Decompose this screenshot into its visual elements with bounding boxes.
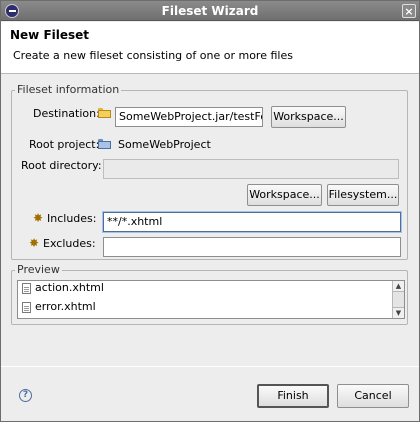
window-title: Fileset Wizard: [161, 4, 259, 18]
list-item-label: error.xhtml: [35, 300, 96, 313]
eclipse-icon: [5, 4, 19, 18]
root-workspace-button[interactable]: Workspace...: [247, 184, 322, 206]
list-item[interactable]: error.xhtml: [18, 299, 404, 317]
cancel-button[interactable]: Cancel: [337, 384, 409, 408]
scroll-up-arrow-icon[interactable]: ▲: [393, 281, 404, 292]
root-project-value: SomeWebProject: [118, 138, 211, 151]
banner-description: Create a new fileset consisting of one o…: [13, 49, 293, 62]
title-bar[interactable]: Fileset Wizard ×: [1, 1, 419, 21]
includes-label: Includes:: [47, 212, 97, 225]
preview-scrollbar[interactable]: ▲ ▼: [392, 281, 404, 318]
project-folder-icon: [98, 139, 111, 149]
pattern-remove-icon: [27, 236, 41, 250]
includes-field[interactable]: **/*.xhtml: [103, 212, 401, 232]
destination-label: Destination:: [33, 107, 100, 120]
root-project-label: Root project:: [29, 138, 100, 151]
preview-legend: Preview: [15, 263, 62, 276]
root-filesystem-button[interactable]: Filesystem...: [327, 184, 399, 206]
file-icon: [22, 283, 31, 294]
window-close-button[interactable]: ×: [402, 4, 416, 18]
wizard-banner: New Fileset Create a new fileset consist…: [1, 22, 419, 74]
footer-separator: [1, 366, 419, 367]
finish-button[interactable]: Finish: [257, 384, 329, 408]
banner-title: New Fileset: [10, 28, 90, 42]
pattern-add-icon: [31, 211, 45, 225]
fileset-wizard-window: Fileset Wizard × New Fileset Create a ne…: [0, 0, 420, 422]
root-directory-label: Root directory:: [21, 159, 102, 172]
fileset-information-legend: Fileset information: [15, 83, 122, 96]
file-icon: [22, 302, 31, 313]
excludes-field[interactable]: [103, 237, 401, 257]
folder-icon: [98, 108, 111, 118]
list-item-label: action.xhtml: [35, 281, 104, 294]
destination-field[interactable]: SomeWebProject.jar/testFolder: [115, 107, 263, 127]
preview-list[interactable]: action.xhtml error.xhtml ▲ ▼: [17, 280, 405, 319]
destination-workspace-button[interactable]: Workspace...: [271, 106, 346, 128]
list-item[interactable]: action.xhtml: [18, 281, 404, 298]
excludes-label: Excludes:: [43, 237, 96, 250]
scroll-down-arrow-icon[interactable]: ▼: [393, 307, 404, 318]
root-directory-field[interactable]: [103, 159, 399, 179]
help-icon[interactable]: ?: [19, 389, 32, 402]
